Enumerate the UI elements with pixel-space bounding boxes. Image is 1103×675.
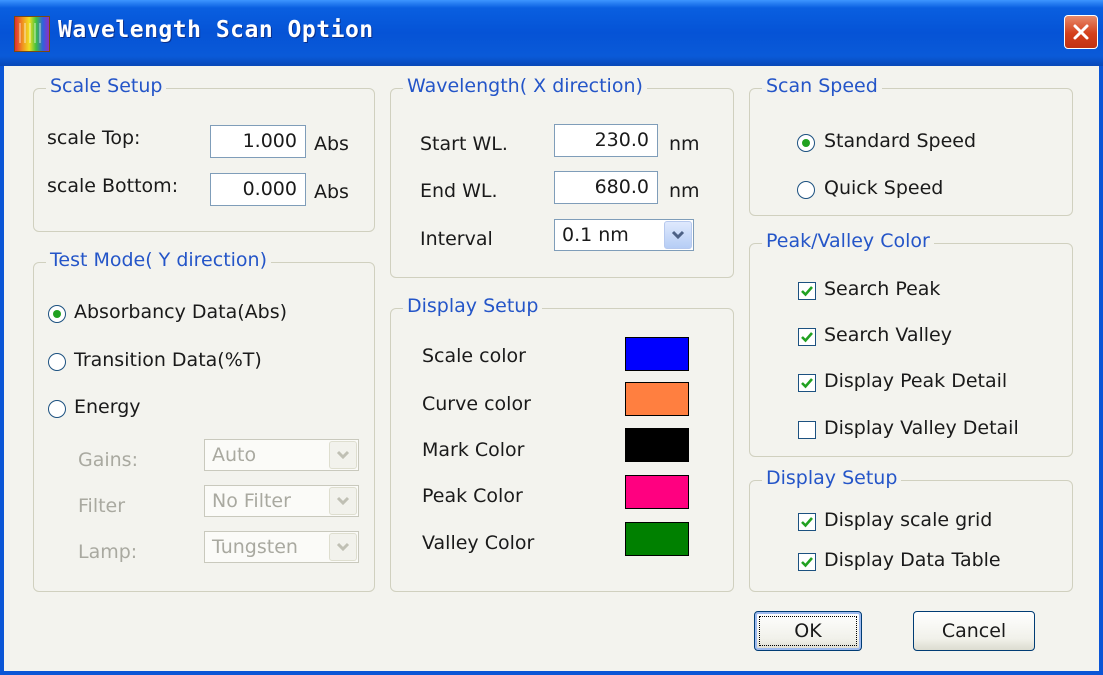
end-wl-label: End WL.	[420, 180, 498, 202]
interval-label: Interval	[420, 228, 493, 250]
absorbancy-radio[interactable]	[48, 305, 66, 323]
transition-label[interactable]: Transition Data(%T)	[74, 349, 262, 371]
cancel-button[interactable]: Cancel	[913, 611, 1035, 651]
transition-radio[interactable]	[48, 353, 66, 371]
display-data-table-checkbox[interactable]	[798, 553, 816, 571]
filter-value: No Filter	[212, 490, 291, 512]
chevron-down-icon[interactable]	[664, 221, 692, 249]
scale-color-label: Scale color	[422, 345, 526, 367]
display-options-legend: Display Setup	[762, 467, 902, 489]
chevron-down-icon	[329, 441, 357, 469]
start-wl-label: Start WL.	[420, 133, 508, 155]
display-scale-grid-checkbox[interactable]	[798, 513, 816, 531]
gains-label: Gains:	[78, 449, 138, 471]
scan-speed-legend: Scan Speed	[762, 75, 882, 97]
scale-top-unit: Abs	[314, 133, 349, 155]
interval-select[interactable]: 0.1 nm	[554, 219, 694, 251]
filter-select: No Filter	[204, 485, 359, 517]
scale-setup-group: Scale Setup scale Top: 1.000 Abs scale B…	[33, 75, 375, 232]
peak-color-label: Peak Color	[422, 485, 523, 507]
quick-speed-label[interactable]: Quick Speed	[824, 177, 943, 199]
gains-value: Auto	[212, 444, 257, 466]
checkmark-icon	[801, 557, 813, 568]
scale-bottom-label: scale Bottom:	[47, 175, 179, 197]
scan-speed-group: Scan Speed Standard Speed Quick Speed	[749, 75, 1073, 216]
ok-button[interactable]: OK	[754, 611, 862, 651]
peak-valley-legend: Peak/Valley Color	[762, 230, 934, 252]
lamp-label: Lamp:	[78, 541, 138, 563]
focus-ring	[759, 616, 857, 646]
valley-color-label: Valley Color	[422, 532, 535, 554]
window-title: Wavelength Scan Option	[58, 17, 374, 43]
display-valley-detail-label[interactable]: Display Valley Detail	[824, 417, 1019, 439]
energy-label[interactable]: Energy	[74, 396, 141, 418]
gains-select: Auto	[204, 439, 359, 471]
scale-setup-legend: Scale Setup	[46, 75, 167, 97]
test-mode-group: Test Mode( Y direction) Absorbancy Data(…	[33, 249, 375, 592]
valley-color-swatch[interactable]	[625, 522, 689, 556]
checkmark-icon	[801, 378, 813, 389]
peak-valley-group: Peak/Valley Color Search Peak Search Val…	[749, 230, 1073, 457]
scale-bottom-input[interactable]: 0.000	[210, 173, 306, 206]
standard-speed-radio[interactable]	[797, 134, 815, 152]
lamp-select: Tungsten	[204, 531, 359, 563]
display-peak-detail-label[interactable]: Display Peak Detail	[824, 370, 1007, 392]
window-border-left	[0, 66, 4, 675]
standard-speed-label[interactable]: Standard Speed	[824, 130, 976, 152]
checkmark-icon	[801, 517, 813, 528]
checkmark-icon	[801, 286, 813, 297]
checkmark-icon	[801, 332, 813, 343]
wavelength-legend: Wavelength( X direction)	[403, 75, 647, 97]
scale-bottom-unit: Abs	[314, 181, 349, 203]
cancel-label: Cancel	[941, 620, 1007, 642]
search-valley-checkbox[interactable]	[798, 328, 816, 346]
spectrum-icon	[14, 16, 50, 52]
window-border-right	[1099, 66, 1103, 675]
display-data-table-label[interactable]: Display Data Table	[824, 549, 1001, 571]
scale-top-label: scale Top:	[47, 127, 141, 149]
energy-radio[interactable]	[48, 400, 66, 418]
display-peak-detail-checkbox[interactable]	[798, 374, 816, 392]
curve-color-label: Curve color	[422, 393, 531, 415]
display-valley-detail-checkbox[interactable]	[798, 421, 816, 439]
close-button[interactable]	[1064, 15, 1098, 49]
scale-color-swatch[interactable]	[625, 337, 689, 371]
peak-color-swatch[interactable]	[625, 475, 689, 509]
filter-label: Filter	[78, 495, 126, 517]
display-colors-group: Display Setup Scale color Curve color Ma…	[390, 295, 734, 592]
close-icon	[1073, 24, 1089, 40]
chevron-down-icon	[329, 487, 357, 515]
mark-color-label: Mark Color	[422, 439, 525, 461]
curve-color-swatch[interactable]	[625, 382, 689, 416]
start-wl-input[interactable]: 230.0	[554, 124, 658, 157]
title-bar[interactable]: Wavelength Scan Option	[0, 0, 1103, 66]
interval-value: 0.1 nm	[562, 224, 629, 246]
test-mode-legend: Test Mode( Y direction)	[46, 249, 271, 271]
display-options-group: Display Setup Display scale grid Display…	[749, 467, 1073, 592]
end-wl-input[interactable]: 680.0	[554, 171, 658, 204]
absorbancy-label[interactable]: Absorbancy Data(Abs)	[74, 301, 287, 323]
quick-speed-radio[interactable]	[797, 181, 815, 199]
wavelength-group: Wavelength( X direction) Start WL. 230.0…	[390, 75, 734, 278]
chevron-down-icon	[329, 533, 357, 561]
start-wl-unit: nm	[669, 133, 700, 155]
search-peak-label[interactable]: Search Peak	[824, 278, 940, 300]
dialog-window: Wavelength Scan Option Scale Setup scale…	[0, 0, 1103, 675]
search-peak-checkbox[interactable]	[798, 282, 816, 300]
scale-top-input[interactable]: 1.000	[210, 125, 306, 158]
mark-color-swatch[interactable]	[625, 428, 689, 462]
end-wl-unit: nm	[669, 180, 700, 202]
display-colors-legend: Display Setup	[403, 295, 543, 317]
display-scale-grid-label[interactable]: Display scale grid	[824, 509, 992, 531]
lamp-value: Tungsten	[212, 536, 298, 558]
search-valley-label[interactable]: Search Valley	[824, 324, 952, 346]
window-border-bottom	[0, 671, 1103, 675]
